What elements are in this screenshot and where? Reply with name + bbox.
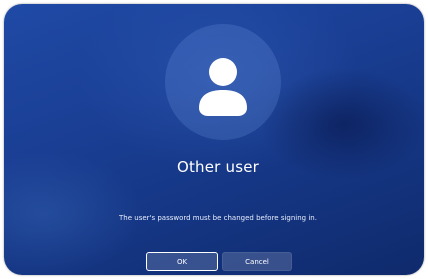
lock-screen: Other user The user's password must be c…	[4, 4, 424, 275]
password-change-message: The user's password must be changed befo…	[119, 214, 317, 222]
username-label: Other user	[176, 158, 260, 176]
user-avatar-icon	[199, 58, 247, 116]
ok-button[interactable]: OK	[146, 252, 218, 271]
cancel-button-label: Cancel	[245, 257, 269, 266]
ok-button-label: OK	[176, 257, 188, 266]
cancel-button[interactable]: Cancel	[222, 252, 292, 271]
avatar	[165, 24, 281, 140]
